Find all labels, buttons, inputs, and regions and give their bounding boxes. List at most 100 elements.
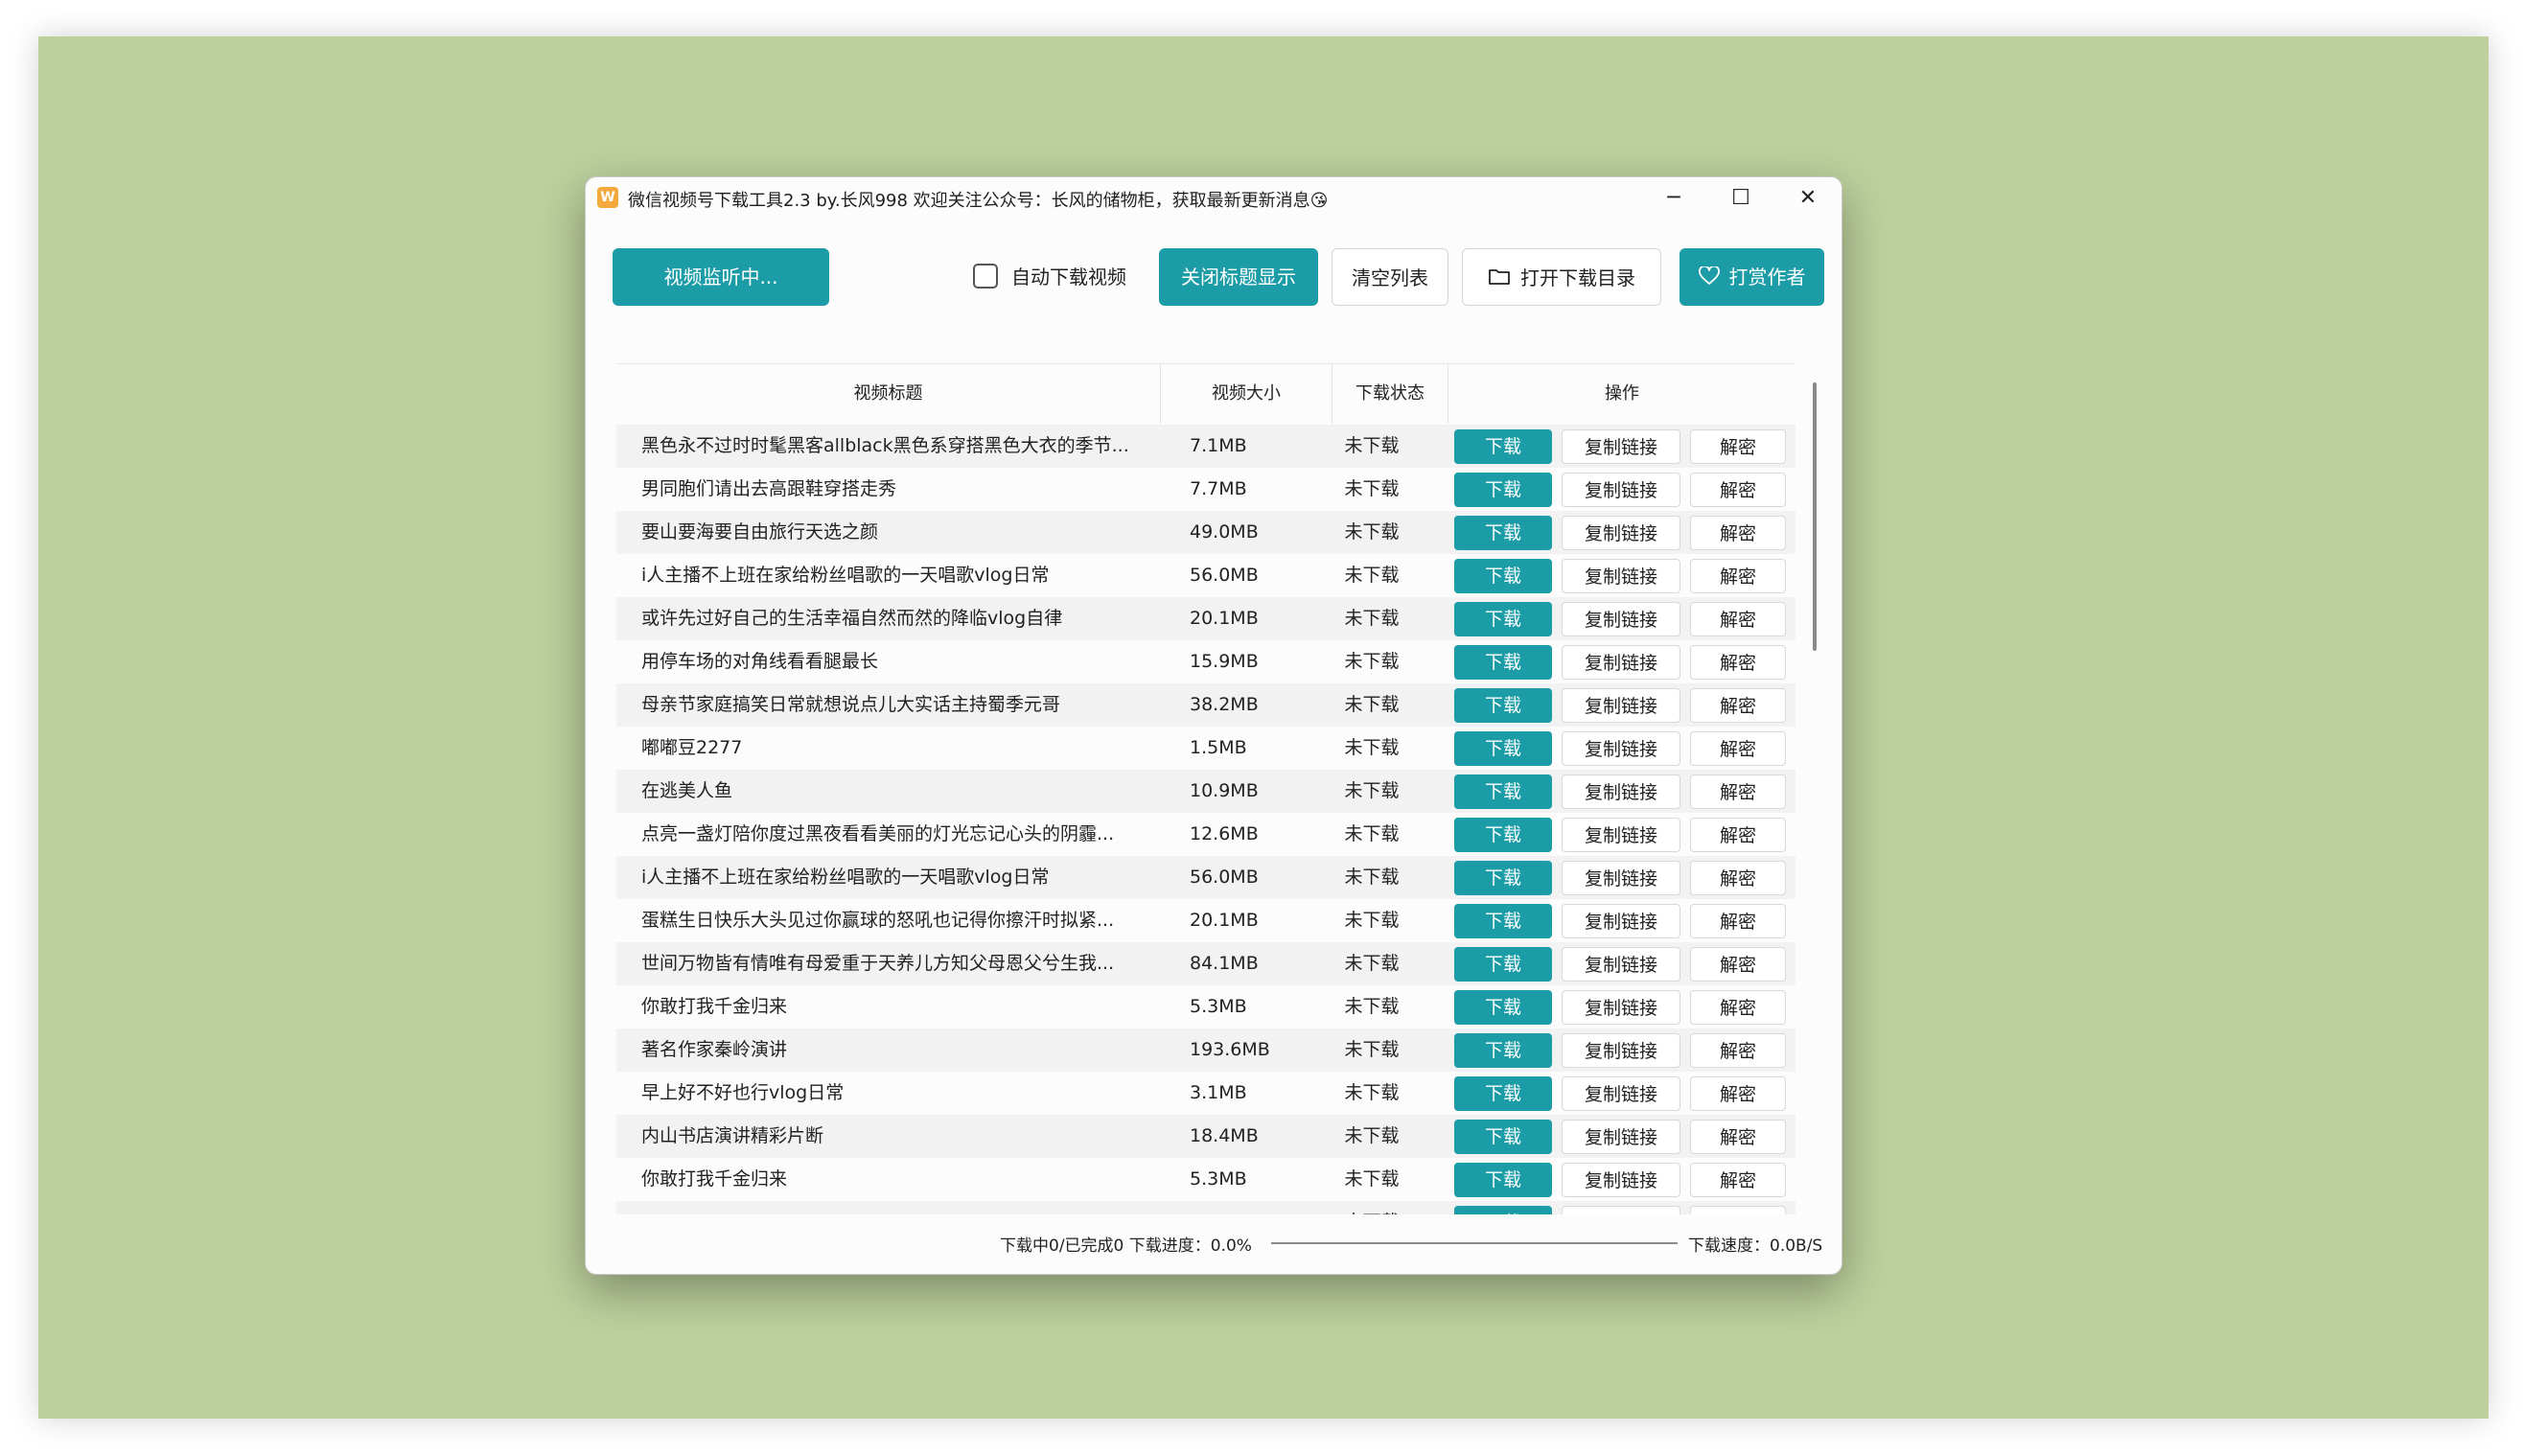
video-title: 你敢打我千金归来: [641, 996, 788, 1017]
decrypt-button[interactable]: 解密: [1690, 645, 1786, 680]
decrypt-button[interactable]: 解密: [1690, 602, 1786, 636]
copy-link-button[interactable]: 复制链接: [1562, 602, 1680, 636]
table-row[interactable]: 你敢打我千金归来 5.3MB 未下载 下载 复制链接 解密: [616, 985, 1795, 1028]
download-button[interactable]: 下载: [1454, 602, 1552, 636]
copy-link-button[interactable]: 复制链接: [1562, 861, 1680, 895]
close-button[interactable]: ✕: [1774, 177, 1842, 220]
table-row[interactable]: 用停车场的对角线看看腿最长 15.9MB 未下载 下载 复制链接 解密: [616, 640, 1795, 683]
download-button[interactable]: 下载: [1454, 645, 1552, 680]
open-download-dir-button[interactable]: 打开下载目录: [1462, 248, 1661, 306]
download-button[interactable]: 下载: [1454, 516, 1552, 550]
copy-link-button[interactable]: 复制链接: [1562, 947, 1680, 982]
video-size: 5.3MB: [1190, 996, 1247, 1017]
download-button[interactable]: 下载: [1454, 1163, 1552, 1197]
decrypt-button[interactable]: 解密: [1690, 1076, 1786, 1111]
table-row[interactable]: 要山要海要自由旅行天选之颜 49.0MB 未下载 下载 复制链接 解密: [616, 511, 1795, 554]
download-status: 未下载: [1344, 823, 1400, 844]
decrypt-button[interactable]: 解密: [1690, 774, 1786, 809]
decrypt-button[interactable]: 解密: [1690, 1163, 1786, 1197]
donate-label: 打赏作者: [1728, 266, 1806, 289]
download-button[interactable]: 下载: [1454, 861, 1552, 895]
decrypt-button[interactable]: 解密: [1690, 861, 1786, 895]
copy-link-button[interactable]: 复制链接: [1562, 731, 1680, 766]
download-button[interactable]: 下载: [1454, 688, 1552, 723]
table-row[interactable]: 男同胞们请出去高跟鞋穿搭走秀 7.7MB 未下载 下载 复制链接 解密: [616, 468, 1795, 511]
decrypt-button[interactable]: 解密: [1690, 947, 1786, 982]
download-button[interactable]: 下载: [1454, 429, 1552, 464]
table-row[interactable]: 黑色永不过时时髦黑客allblack黑色系穿搭黑色大衣的季节... 7.1MB 未下…: [616, 425, 1795, 468]
table-row[interactable]: 或许先过好自己的生活幸福自然而然的降临vlog自律 20.1MB 未下载 下载 复制链接…: [616, 597, 1795, 640]
monitor-button[interactable]: 视频监听中...: [613, 248, 829, 306]
download-button[interactable]: 下载: [1454, 818, 1552, 852]
table-row[interactable]: 在逃美人鱼 10.9MB 未下载 下载 复制链接 解密: [616, 770, 1795, 813]
download-status: 未下载: [1344, 651, 1400, 672]
table-row[interactable]: 点亮一盏灯陪你度过黑夜看看美丽的灯光忘记心头的阴霾... 12.6MB 未下载 下载复…: [616, 813, 1795, 856]
toggle-title-button[interactable]: 关闭标题显示: [1159, 248, 1318, 306]
download-button[interactable]: 下载: [1454, 774, 1552, 809]
status-bar: 下载中0/已完成0 下载进度：0.0% 下载速度：0.0B/S: [586, 1224, 1842, 1262]
table-row[interactable]: 嘟嘟豆2277 1.5MB 未下载 下载 复制链接 解密: [616, 727, 1795, 770]
download-button[interactable]: 下载: [1454, 559, 1552, 593]
donate-button[interactable]: 打赏作者: [1679, 248, 1824, 306]
decrypt-button[interactable]: 解密: [1690, 818, 1786, 852]
table-scrollbar[interactable]: [1813, 382, 1817, 651]
download-button[interactable]: 下载: [1454, 1206, 1552, 1214]
download-button[interactable]: 下载: [1454, 1033, 1552, 1068]
table-row[interactable]: 著名作家秦岭演讲 193.6MB 未下载 下载 复制链接 解密: [616, 1028, 1795, 1072]
minimize-button[interactable]: ─: [1640, 177, 1707, 220]
copy-link-button[interactable]: 复制链接: [1562, 688, 1680, 723]
download-button[interactable]: 下载: [1454, 904, 1552, 938]
download-button[interactable]: 下载: [1454, 947, 1552, 982]
download-status: 未下载: [1344, 608, 1400, 629]
decrypt-button[interactable]: 解密: [1690, 1206, 1786, 1214]
copy-link-button[interactable]: 复制链接: [1562, 904, 1680, 938]
download-status: 未下载: [1344, 565, 1400, 586]
copy-link-button[interactable]: 复制链接: [1562, 990, 1680, 1025]
copy-link-button[interactable]: 复制链接: [1562, 516, 1680, 550]
download-button[interactable]: 下载: [1454, 990, 1552, 1025]
table-row[interactable]: i人主播不上班在家给粉丝唱歌的一天唱歌vlog日常 56.0MB 未下载 下载 复制链接…: [616, 554, 1795, 597]
decrypt-button[interactable]: 解密: [1690, 473, 1786, 507]
table-row[interactable]: 世间万物皆有情唯有母爱重于天养儿方知父母恩父兮生我... 84.1MB 未下载 下载复…: [616, 942, 1795, 985]
table-row[interactable]: 你敢打我千金归来 5.3MB 未下载 下载 复制链接 解密: [616, 1158, 1795, 1201]
download-button[interactable]: 下载: [1454, 1120, 1552, 1154]
copy-link-button[interactable]: 复制链接: [1562, 1120, 1680, 1154]
decrypt-button[interactable]: 解密: [1690, 559, 1786, 593]
copy-link-button[interactable]: 复制链接: [1562, 1163, 1680, 1197]
window-title: 微信视频号下载工具2.3 by.长风998 欢迎关注公众号：长风的储物柜，获取最…: [628, 191, 1329, 211]
table-row[interactable]: 早上好不好也行vlog日常 3.1MB 未下载 下载 复制链接 解密: [616, 1072, 1795, 1115]
decrypt-button[interactable]: 解密: [1690, 516, 1786, 550]
copy-link-button[interactable]: 复制链接: [1562, 774, 1680, 809]
table-row[interactable]: i人主播不上班在家给粉丝唱歌的一天唱歌vlog日常 56.0MB 未下载 下载 复制链接…: [616, 856, 1795, 899]
decrypt-button[interactable]: 解密: [1690, 731, 1786, 766]
table-header: 视频标题 视频大小 下载状态 操作: [616, 363, 1795, 424]
decrypt-button[interactable]: 解密: [1690, 429, 1786, 464]
app-window: W 微信视频号下载工具2.3 by.长风998 欢迎关注公众号：长风的储物柜，获…: [585, 176, 1842, 1275]
table-row[interactable]: 内山书店演讲精彩片断 18.4MB 未下载 下载 复制链接 解密: [616, 1115, 1795, 1158]
table-row[interactable]: 未下载 下载 复制链接 解密: [616, 1201, 1795, 1214]
download-status: 未下载: [1344, 996, 1400, 1017]
decrypt-button[interactable]: 解密: [1690, 904, 1786, 938]
copy-link-button[interactable]: 复制链接: [1562, 1033, 1680, 1068]
decrypt-button[interactable]: 解密: [1690, 990, 1786, 1025]
copy-link-button[interactable]: 复制链接: [1562, 645, 1680, 680]
copy-link-button[interactable]: 复制链接: [1562, 1206, 1680, 1214]
copy-link-button[interactable]: 复制链接: [1562, 559, 1680, 593]
auto-download-checkbox[interactable]: [973, 264, 998, 289]
copy-link-button[interactable]: 复制链接: [1562, 473, 1680, 507]
table-row[interactable]: 母亲节家庭搞笑日常就想说点儿大实话主持蜀季元哥 38.2MB 未下载 下载 复制链接 解密: [616, 683, 1795, 727]
decrypt-button[interactable]: 解密: [1690, 1033, 1786, 1068]
download-button[interactable]: 下载: [1454, 1076, 1552, 1111]
copy-link-button[interactable]: 复制链接: [1562, 818, 1680, 852]
table-row[interactable]: 蛋糕生日快乐大头见过你赢球的怒吼也记得你擦汗时拟紧... 20.1MB 未下载 下载复…: [616, 899, 1795, 942]
copy-link-button[interactable]: 复制链接: [1562, 429, 1680, 464]
decrypt-button[interactable]: 解密: [1690, 688, 1786, 723]
download-button[interactable]: 下载: [1454, 473, 1552, 507]
maximize-button[interactable]: ☐: [1707, 177, 1774, 220]
copy-link-button[interactable]: 复制链接: [1562, 1076, 1680, 1111]
download-button[interactable]: 下载: [1454, 731, 1552, 766]
video-size: 84.1MB: [1190, 953, 1259, 974]
video-title: 嘟嘟豆2277: [641, 737, 743, 758]
clear-list-button[interactable]: 清空列表: [1332, 248, 1448, 306]
decrypt-button[interactable]: 解密: [1690, 1120, 1786, 1154]
